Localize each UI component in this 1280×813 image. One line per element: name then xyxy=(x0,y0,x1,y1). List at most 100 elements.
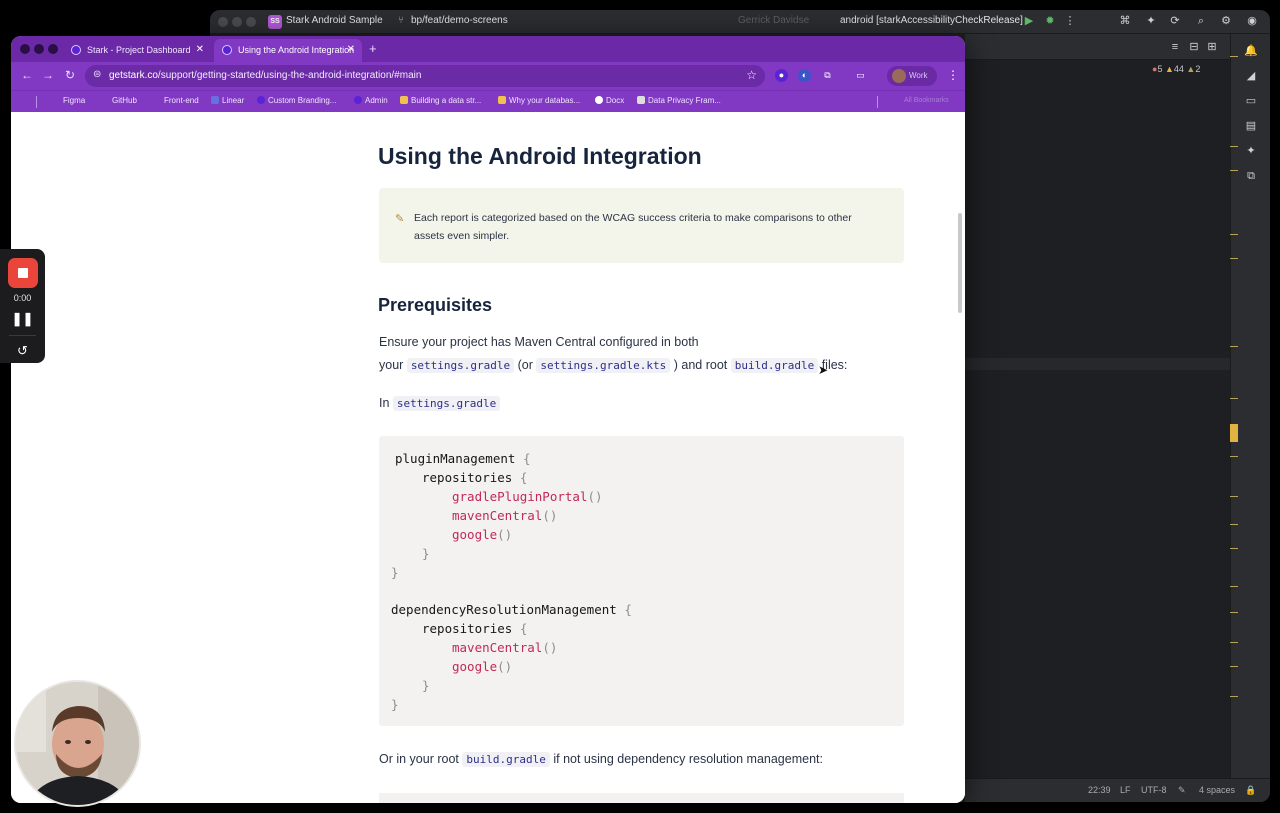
webcam-bubble[interactable] xyxy=(14,680,141,807)
user-name[interactable]: Gerrick Davidse xyxy=(738,15,809,26)
account-icon[interactable]: ◉ xyxy=(1245,14,1259,28)
indent-setting[interactable]: 4 spaces xyxy=(1199,785,1235,795)
stark-favicon-icon xyxy=(222,45,232,55)
device-manager-icon[interactable]: ▭ xyxy=(1244,94,1258,108)
stark-icon xyxy=(257,96,265,104)
restart-icon[interactable]: ↺ xyxy=(0,343,45,359)
bookmark-custom-branding[interactable]: Custom Branding... xyxy=(257,96,336,105)
url-text[interactable]: getstark.co/support/getting-started/usin… xyxy=(109,70,421,81)
editor-area[interactable] xyxy=(965,34,1230,774)
forward-icon[interactable]: → xyxy=(42,68,54,82)
search-icon[interactable]: ⌕ xyxy=(1194,14,1208,28)
files-icon[interactable]: ▤ xyxy=(1244,119,1258,133)
code-block[interactable] xyxy=(379,793,904,803)
article-icon xyxy=(400,96,408,104)
stop-recording-button[interactable] xyxy=(8,258,38,288)
note-icon: ✎ xyxy=(395,213,405,225)
bookmarks-bar: Figma GitHub Front-end Linear Custom Bra… xyxy=(11,90,965,112)
all-bookmarks[interactable]: All Bookmarks xyxy=(904,97,949,104)
profile-label: Work xyxy=(909,71,928,80)
tab-title: Using the Android Integration xyxy=(238,45,355,55)
browser-window: Stark - Project Dashboard ✕ Using the An… xyxy=(11,36,965,803)
debug-icon[interactable]: ✹ xyxy=(1043,14,1057,28)
bookmark-data-privacy[interactable]: Data Privacy Fram... xyxy=(637,96,721,105)
code-line: } xyxy=(422,678,430,693)
project-name[interactable]: Stark Android Sample xyxy=(286,15,383,26)
window-close-dot[interactable] xyxy=(218,17,228,27)
window-close-dot[interactable] xyxy=(20,44,30,54)
bookmark-github[interactable]: GitHub xyxy=(112,96,137,105)
docx-icon xyxy=(595,96,603,104)
reader-mode-icon[interactable]: ≡ xyxy=(1168,40,1182,54)
device-mirror-icon[interactable]: ⧉ xyxy=(1244,169,1258,183)
bookmark-building-data[interactable]: Building a data str... xyxy=(400,96,481,105)
bookmark-docx[interactable]: Docx xyxy=(595,96,624,105)
error-stripe[interactable] xyxy=(1230,46,1240,776)
prereq-paragraph-line1: Ensure your project has Maven Central co… xyxy=(379,335,699,349)
window-maximize-dot[interactable] xyxy=(246,17,256,27)
split-icon[interactable]: ⊟ xyxy=(1187,40,1201,54)
extensions-icon[interactable]: ⧉ xyxy=(821,69,834,82)
browser-menu-icon[interactable]: ⋮ xyxy=(947,68,959,82)
tab-android-integration[interactable]: Using the Android Integration ✕ xyxy=(214,39,362,62)
bookmark-linear[interactable]: Linear xyxy=(211,96,244,105)
linear-icon xyxy=(211,96,219,104)
bookmark-frontend[interactable]: Front-end xyxy=(164,96,199,105)
weak-warning-count: 2 xyxy=(1195,64,1201,74)
bookmark-star-icon[interactable]: ☆ xyxy=(746,68,757,82)
bookmark-figma[interactable]: Figma xyxy=(63,96,85,105)
preview-icon[interactable]: ⊞ xyxy=(1205,40,1219,54)
bookmark-admin[interactable]: Admin xyxy=(354,96,388,105)
page-scrollbar[interactable] xyxy=(958,213,962,313)
notifications-icon[interactable]: 🔔 xyxy=(1244,44,1258,58)
branch-name[interactable]: bp/feat/demo-screens xyxy=(411,15,508,26)
reload-icon[interactable]: ↻ xyxy=(65,68,75,82)
file-encoding[interactable]: UTF-8 xyxy=(1141,785,1167,795)
error-count: 5 xyxy=(1157,64,1163,74)
gradle-icon[interactable]: ◢ xyxy=(1244,69,1258,83)
pause-button[interactable]: ❚❚ xyxy=(0,311,45,327)
ai-assistant-icon[interactable]: ✦ xyxy=(1244,144,1258,158)
info-callout: ✎ Each report is categorized based on th… xyxy=(379,188,904,263)
window-minimize-dot[interactable] xyxy=(232,17,242,27)
more-icon[interactable]: ⋮ xyxy=(1063,14,1077,28)
stark-favicon-icon xyxy=(71,45,81,55)
password-extension-icon[interactable]: ◐ xyxy=(798,69,811,82)
window-minimize-dot[interactable] xyxy=(34,44,44,54)
presenter-image xyxy=(16,682,139,805)
code-line: gradlePluginPortal() xyxy=(452,489,603,504)
code-block[interactable]: pluginManagement { repositories { gradle… xyxy=(379,436,904,726)
back-icon[interactable]: ← xyxy=(21,68,33,82)
line-separator[interactable]: LF xyxy=(1120,785,1131,795)
url-path: /support/getting-started/using-the-andro… xyxy=(157,70,422,81)
sidepanel-icon[interactable]: ▭ xyxy=(854,69,867,82)
code-line: } xyxy=(422,546,430,561)
close-icon[interactable]: ✕ xyxy=(347,44,355,55)
code-line: repositories { xyxy=(422,470,528,485)
run-icon[interactable]: ▶ xyxy=(1022,14,1036,28)
new-tab-button[interactable]: + xyxy=(369,41,377,56)
plugin-icon[interactable]: ✦ xyxy=(1144,14,1158,28)
window-maximize-dot[interactable] xyxy=(48,44,58,54)
bookmark-why-database[interactable]: Why your databas... xyxy=(498,96,580,105)
stark-extension-icon[interactable]: ● xyxy=(775,69,788,82)
page-content[interactable]: Using the Android Integration ✎ Each rep… xyxy=(11,113,965,803)
readonly-icon[interactable]: ✎ xyxy=(1178,785,1186,796)
address-bar[interactable]: ⊜ getstark.co/support/getting-started/us… xyxy=(85,65,765,87)
code-settings-gradle: settings.gradle xyxy=(392,396,501,411)
inspection-widget[interactable]: ●5 ▲44 ▲2 xyxy=(1152,64,1200,74)
site-info-icon[interactable]: ⊜ xyxy=(93,69,101,80)
run-config[interactable]: android [starkAccessibilityCheckRelease] xyxy=(840,15,1023,26)
bookmark-separator xyxy=(877,96,878,108)
close-icon[interactable]: ✕ xyxy=(196,44,204,55)
translate-icon[interactable]: ⌘ xyxy=(1118,14,1132,28)
code-line: google() xyxy=(452,527,513,542)
caret-position[interactable]: 22:39 xyxy=(1088,785,1111,795)
profile-button[interactable]: Work xyxy=(887,66,937,86)
bookmark-separator xyxy=(36,96,37,108)
lock-icon[interactable]: 🔒 xyxy=(1245,785,1256,796)
tab-dashboard[interactable]: Stark - Project Dashboard ✕ xyxy=(63,39,211,62)
editor-caret-line xyxy=(965,358,1230,370)
settings-icon[interactable]: ⚙ xyxy=(1219,14,1233,28)
sync-icon[interactable]: ⟳ xyxy=(1168,14,1182,28)
